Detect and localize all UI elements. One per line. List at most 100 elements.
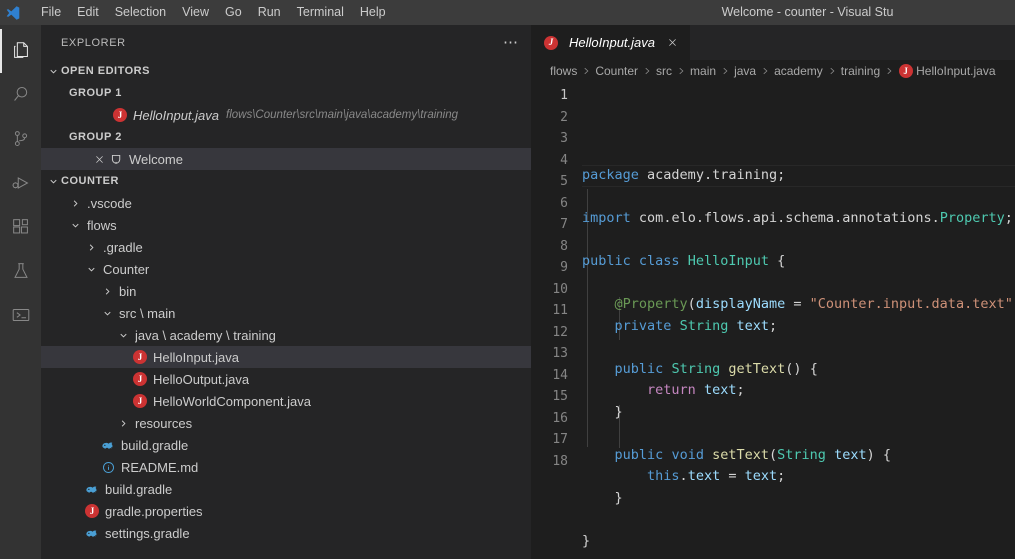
menu-view[interactable]: View <box>174 0 217 25</box>
breadcrumb-item[interactable]: Counter <box>595 64 638 78</box>
menu-selection[interactable]: Selection <box>107 0 174 25</box>
tree-file-row[interactable]: J HelloOutput.java <box>41 368 531 390</box>
menu-run[interactable]: Run <box>250 0 289 25</box>
tree-item-label: src \ main <box>119 305 176 321</box>
breadcrumb-item[interactable]: main <box>690 64 716 78</box>
java-file-icon: J <box>111 108 129 122</box>
tree-folder-row[interactable]: .gradle <box>41 236 531 258</box>
open-editor-helloinput-java[interactable]: J HelloInput.java flows\Counter\src\main… <box>41 104 531 126</box>
tree-file-row[interactable]: J HelloWorldComponent.java <box>41 390 531 412</box>
line-number: 3 <box>560 131 568 146</box>
chevron-right-icon <box>67 192 83 214</box>
activitybar-search[interactable] <box>0 73 41 117</box>
menu-edit[interactable]: Edit <box>69 0 107 25</box>
tab-helloinput-java[interactable]: J HelloInput.java <box>531 25 691 60</box>
menu-terminal[interactable]: Terminal <box>289 0 352 25</box>
menu-help[interactable]: Help <box>352 0 394 25</box>
activitybar-extensions[interactable] <box>0 205 41 249</box>
breadcrumb-item[interactable]: flows <box>550 64 577 78</box>
workspace-pane-header[interactable]: COUNTER <box>41 170 531 192</box>
activitybar-explorer[interactable] <box>0 29 41 73</box>
tree-folder-row[interactable]: Counter <box>41 258 531 280</box>
line-number: 13 <box>552 346 568 361</box>
tree-folder-row[interactable]: java \ academy \ training <box>41 324 531 346</box>
editor-group: J HelloInput.java flows Counter src main jav… <box>531 25 1015 559</box>
breadcrumb-separator-icon <box>720 66 730 76</box>
close-icon[interactable] <box>664 35 680 51</box>
explorer-title: EXPLORER <box>61 36 126 49</box>
tree-item-label: bin <box>119 283 137 299</box>
open-editor-welcome[interactable]: Welcome <box>41 148 531 170</box>
tree-file-row[interactable]: Jgradle.properties <box>41 500 531 522</box>
line-number: 16 <box>552 410 568 426</box>
tree-item-label: HelloWorldComponent.java <box>153 393 312 409</box>
tree-item-label: build.gradle <box>121 437 189 453</box>
activitybar-testing[interactable] <box>0 249 41 293</box>
breadcrumb-item[interactable]: src <box>656 64 672 78</box>
search-icon <box>13 86 27 101</box>
code-line: public void setText(String text) { <box>614 446 891 463</box>
tree-item-label: HelloInput.java <box>153 349 239 365</box>
chevron-down-icon <box>45 170 61 192</box>
breadcrumb-item[interactable]: academy <box>774 64 823 78</box>
tree-file-row[interactable]: build.gradle <box>41 478 531 500</box>
tree-item-label: Counter <box>103 261 150 277</box>
breadcrumb-separator-icon <box>581 66 591 76</box>
activitybar-terminal[interactable] <box>0 293 41 337</box>
line-number-gutter: 1 2 3 4 5 6 7 8 9 10 11 12 13 14 15 16 17 18 <box>531 82 582 559</box>
vscode-logo-icon <box>0 0 25 25</box>
tree-folder-row[interactable]: flows <box>41 214 531 236</box>
tree-folder-row[interactable]: .vscode <box>41 192 531 214</box>
tree-file-row[interactable]: README.md <box>41 456 531 478</box>
line-number: 1 <box>560 88 568 103</box>
vscode-window: File Edit Selection View Go Run Terminal… <box>0 0 1015 559</box>
gradle-file-icon <box>83 482 101 496</box>
breadcrumb-label: training <box>840 64 881 78</box>
close-icon[interactable] <box>91 154 107 165</box>
open-editors-pane-header[interactable]: OPEN EDITORS <box>41 60 531 82</box>
code-line: } <box>614 489 623 506</box>
tree-item-label: java \ academy \ training <box>135 327 276 343</box>
code-line: this.text = text; <box>647 468 786 484</box>
line-number: 5 <box>560 174 568 189</box>
breadcrumb-separator-icon <box>827 66 837 76</box>
open-editors-group-2-label[interactable]: GROUP 2 <box>41 126 531 148</box>
flask-icon <box>13 263 28 278</box>
tree-item-label: build.gradle <box>105 481 173 497</box>
breadcrumb-item[interactable]: training <box>841 64 880 78</box>
explorer-more-actions-icon[interactable]: ⋯ <box>503 35 523 50</box>
tree-file-row[interactable]: J HelloInput.java <box>41 346 531 368</box>
workbench-body: EXPLORER ⋯ OPEN EDITORS GROUP 1 J HelloI… <box>0 25 1015 559</box>
line-number: 17 <box>552 432 568 447</box>
breadcrumb-label: academy <box>774 64 823 78</box>
tree-folder-row[interactable]: bin <box>41 280 531 302</box>
breadcrumb-label: src <box>656 64 673 78</box>
activitybar-source-control[interactable] <box>0 117 41 161</box>
chevron-down-icon <box>115 324 131 346</box>
tree-file-row[interactable]: settings.gradle <box>41 522 531 544</box>
code-line: } <box>582 532 591 549</box>
line-number: 4 <box>560 152 568 168</box>
chevron-right-icon <box>115 412 131 434</box>
open-editors-group-1-label[interactable]: GROUP 1 <box>41 82 531 104</box>
tree-folder-row[interactable]: resources <box>41 412 531 434</box>
code-line: public class HelloInput { <box>582 253 786 269</box>
explorer-sidebar: EXPLORER ⋯ OPEN EDITORS GROUP 1 J HelloI… <box>41 25 531 559</box>
menu-file[interactable]: File <box>33 0 69 25</box>
files-icon <box>13 42 28 58</box>
breadcrumb-item[interactable]: J HelloInput.java <box>898 64 996 78</box>
tree-file-row[interactable]: build.gradle <box>41 434 531 456</box>
code-editor[interactable]: 1 2 3 4 5 6 7 8 9 10 11 12 13 14 15 16 17 18 package acad… <box>531 82 1015 559</box>
tree-folder-row[interactable]: src \ main <box>41 302 531 324</box>
activitybar-run-and-debug[interactable] <box>0 161 41 205</box>
breadcrumb-label: flows <box>550 64 578 78</box>
line-number: 14 <box>552 367 568 383</box>
menu-go[interactable]: Go <box>217 0 250 25</box>
code-content[interactable]: package academy.training; import com.elo… <box>582 82 1015 559</box>
chevron-down-icon <box>99 302 115 324</box>
breadcrumb-item[interactable]: java <box>734 64 756 78</box>
source-control-icon <box>14 131 27 147</box>
